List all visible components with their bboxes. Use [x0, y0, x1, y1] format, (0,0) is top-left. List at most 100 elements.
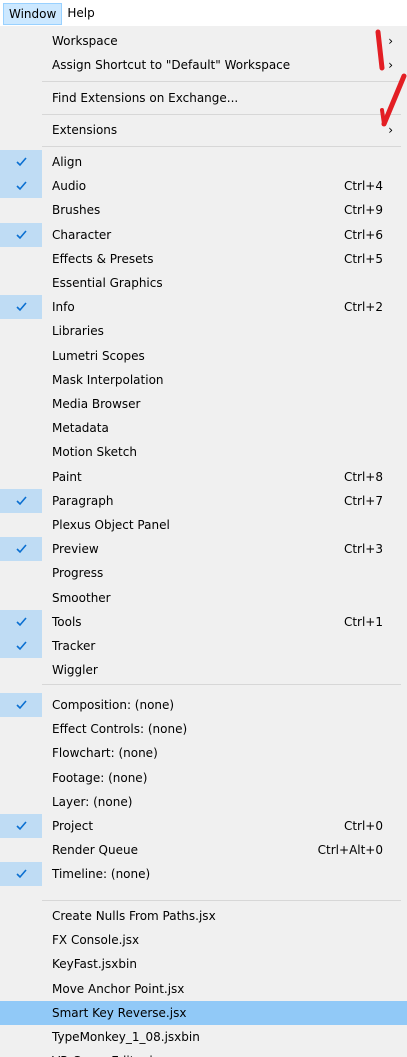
check-cell	[0, 634, 42, 658]
menu-item-label: Align	[52, 155, 83, 169]
menu-item-tracker[interactable]: Tracker	[0, 634, 407, 658]
checkmark-icon	[16, 302, 27, 312]
menu-item-label: Info	[52, 300, 75, 315]
menu-item-label: Effects & Presets	[52, 251, 154, 266]
menu-item-wiggler[interactable]: Wiggler	[0, 658, 407, 682]
menu-item-mask-interpolation[interactable]: Mask Interpolation	[0, 368, 407, 392]
menu-item-label: Layer: (none)	[52, 794, 133, 809]
checkmark-icon	[16, 181, 27, 191]
menu-item-info[interactable]: Info Ctrl+2	[0, 295, 407, 320]
check-cell	[0, 838, 42, 862]
check-cell	[0, 790, 42, 814]
menu-item-footage-none[interactable]: Footage: (none)	[0, 766, 407, 790]
menu-item-label: TypeMonkey_1_08.jsxbin	[52, 1030, 200, 1044]
keyboard-shortcut: Ctrl+3	[343, 542, 383, 557]
menu-item-label: Timeline: (none)	[52, 867, 151, 882]
check-cell	[0, 416, 42, 440]
menu-item-label: Smart Key Reverse.jsx	[52, 1005, 187, 1020]
menu-item-audio[interactable]: Audio Ctrl+4	[0, 174, 407, 199]
check-cell	[0, 150, 42, 174]
check-cell	[0, 717, 42, 741]
menu-item-label: Tools	[52, 614, 82, 629]
keyboard-shortcut: Ctrl+5	[343, 251, 383, 266]
menu-item-label: Wiggler	[52, 663, 98, 678]
checkmark-icon	[16, 496, 27, 505]
menu-help[interactable]: Help	[62, 3, 99, 25]
menu-item-plexus-object-panel[interactable]: Plexus Object Panel	[0, 513, 407, 537]
menu-item-smart-key-reverse-jsx[interactable]: Smart Key Reverse.jsx	[0, 1000, 407, 1025]
menu-item-label: Media Browser	[52, 397, 141, 411]
menu-item-smoother[interactable]: Smoother	[0, 586, 407, 610]
check-cell	[0, 977, 42, 1001]
menu-item-label: Workspace	[52, 34, 118, 48]
menu-item-label: Assign Shortcut to "Default" Workspace	[52, 58, 291, 72]
menu-item-move-anchor-point-jsx[interactable]: Move Anchor Point.jsx	[0, 977, 407, 1001]
menu-window[interactable]: Window	[3, 3, 63, 25]
menu-item-composition-none[interactable]: Composition: (none)	[0, 693, 407, 717]
menu-item-label: Move Anchor Point.jsx	[52, 981, 185, 996]
menu-item-progress[interactable]: Progress	[0, 561, 407, 585]
check-cell	[0, 222, 42, 247]
check-cell	[0, 814, 42, 838]
menu-item-essential-graphics[interactable]: Essential Graphics	[0, 271, 407, 295]
check-cell	[0, 344, 42, 368]
check-cell	[0, 440, 42, 464]
menu-item-timeline-none[interactable]: Timeline: (none)	[0, 862, 407, 887]
check-cell	[0, 928, 42, 952]
checkmark-icon	[16, 157, 27, 167]
menu-separator	[42, 684, 401, 685]
menu-item-lumetri-scopes[interactable]: Lumetri Scopes	[0, 344, 407, 368]
menu-item-label: Effect Controls: (none)	[52, 722, 188, 737]
check-cell	[0, 862, 42, 887]
menu-item-label: Preview	[52, 542, 99, 557]
menu-item-label: Essential Graphics	[52, 276, 163, 290]
menu-item-effect-controls-none[interactable]: Effect Controls: (none)	[0, 717, 407, 741]
menu-item-find-extensions[interactable]: Find Extensions on Exchange...	[0, 86, 407, 110]
menu-item-label: Lumetri Scopes	[52, 348, 145, 363]
menu-item-extensions[interactable]: Extensions ›	[0, 118, 407, 142]
menu-item-character[interactable]: Character Ctrl+6	[0, 222, 407, 247]
menu-item-fx-console-jsx[interactable]: FX Console.jsx	[0, 928, 407, 952]
check-cell	[0, 247, 42, 271]
menu-item-flowchart-none[interactable]: Flowchart: (none)	[0, 741, 407, 765]
menu-item-render-queue[interactable]: Render Queue Ctrl+Alt+0	[0, 838, 407, 862]
menu-separator	[42, 81, 401, 82]
menu-item-preview[interactable]: Preview Ctrl+3	[0, 537, 407, 562]
menu-item-label: Brushes	[52, 203, 101, 218]
menu-item-label: Libraries	[52, 324, 104, 339]
menu-item-label: Audio	[52, 179, 87, 194]
menu-item-paint[interactable]: Paint Ctrl+8	[0, 465, 407, 489]
menu-item-media-browser[interactable]: Media Browser	[0, 392, 407, 416]
check-cell	[0, 952, 42, 976]
checkmark-icon	[16, 869, 27, 879]
menu-bar: Window Help	[0, 0, 407, 26]
check-cell	[0, 174, 42, 199]
menu-item-brushes[interactable]: Brushes Ctrl+9	[0, 198, 407, 222]
menu-item-typemonkey-1-08-jsxbin[interactable]: TypeMonkey_1_08.jsxbin	[0, 1025, 407, 1049]
menu-item-label: Smoother	[52, 590, 111, 605]
keyboard-shortcut: Ctrl+0	[343, 819, 383, 833]
keyboard-shortcut: Ctrl+1	[343, 614, 383, 629]
menu-item-workspace[interactable]: Workspace ›	[0, 29, 407, 53]
menu-item-motion-sketch[interactable]: Motion Sketch	[0, 440, 407, 464]
menu-item-libraries[interactable]: Libraries	[0, 319, 407, 343]
menu-item-tools[interactable]: Tools Ctrl+1	[0, 609, 407, 634]
keyboard-shortcut: Ctrl+6	[343, 227, 383, 242]
check-cell	[0, 295, 42, 320]
menu-item-label: Composition: (none)	[52, 698, 175, 712]
menu-item-project[interactable]: Project Ctrl+0	[0, 814, 407, 838]
keyboard-shortcut: Ctrl+7	[343, 493, 383, 508]
menu-item-assign-shortcut[interactable]: Assign Shortcut to "Default" Workspace ›	[0, 53, 407, 77]
menu-item-effects-presets[interactable]: Effects & Presets Ctrl+5	[0, 247, 407, 271]
menu-separator	[42, 900, 401, 901]
menu-item-vr-comp-editor-jsx[interactable]: VR Comp Editor.jsx	[0, 1049, 407, 1057]
menu-item-paragraph[interactable]: Paragraph Ctrl+7	[0, 488, 407, 513]
menu-item-layer-none[interactable]: Layer: (none)	[0, 790, 407, 814]
menu-item-keyfast-jsxbin[interactable]: KeyFast.jsxbin	[0, 952, 407, 976]
keyboard-shortcut: Ctrl+4	[343, 179, 383, 194]
menu-separator	[42, 114, 401, 115]
menu-item-metadata[interactable]: Metadata	[0, 416, 407, 440]
menu-item-create-nulls-from-paths-jsx[interactable]: Create Nulls From Paths.jsx	[0, 904, 407, 928]
menu-item-align[interactable]: Align	[0, 150, 407, 174]
check-cell	[0, 537, 42, 562]
